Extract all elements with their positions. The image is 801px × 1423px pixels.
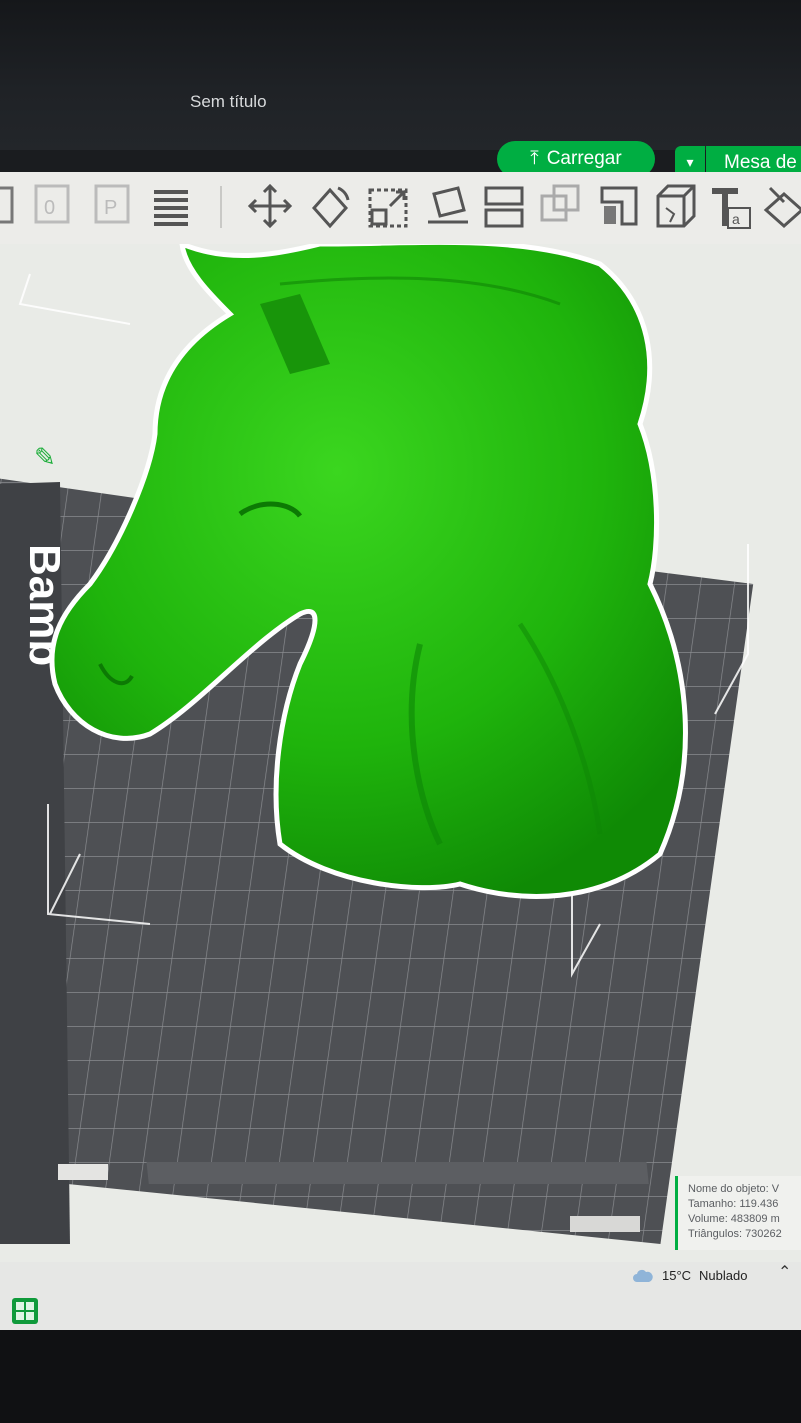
monitor-bezel [0, 1330, 801, 1423]
measure-icon[interactable] [760, 180, 801, 232]
object-size: Tamanho: 119.436 [688, 1198, 779, 1210]
cloud-icon [633, 1269, 653, 1282]
weather-condition: Nublado [699, 1268, 748, 1283]
arrange-icon[interactable] [148, 180, 196, 232]
toolbar-divider [220, 186, 222, 228]
start-button[interactable] [12, 1298, 38, 1324]
place-on-face-icon[interactable] [424, 180, 472, 232]
plate-button-label: Mesa de t [724, 152, 801, 173]
cut-icon[interactable] [652, 180, 700, 232]
object-name: Nome do objeto: V [688, 1183, 780, 1195]
open-icon[interactable] [0, 180, 28, 232]
object-icon[interactable]: 0 [30, 180, 78, 232]
svg-text:a: a [732, 211, 740, 227]
plate-icon[interactable]: P [90, 180, 138, 232]
pencil-icon: ✎ [34, 442, 56, 472]
scale-icon[interactable] [364, 180, 412, 232]
chevron-up-icon[interactable]: ⌃ [778, 1262, 791, 1282]
title-bar: Sem título [0, 0, 801, 150]
screen: Sem título ⤒ Carregar ▾ Mesa de t 0 P a … [0, 0, 801, 1423]
support-paint-icon[interactable] [596, 180, 644, 232]
text-icon[interactable]: a [708, 180, 756, 232]
svg-text:0: 0 [44, 197, 55, 219]
weather-temperature: 15°C [662, 1268, 692, 1283]
object-volume: Volume: 483809 m [688, 1213, 780, 1225]
upload-icon: ⤒ [530, 148, 539, 169]
object-info-panel: Nome do objeto: V Tamanho: 119.436 Volum… [675, 1176, 801, 1250]
svg-text:P: P [104, 197, 117, 219]
move-icon[interactable] [246, 180, 294, 232]
weather-widget[interactable]: 15°C Nublado [632, 1268, 747, 1283]
load-button-label: Carregar [546, 148, 622, 169]
3d-viewport[interactable]: Bamb ✎ [0, 244, 801, 1264]
viewport-canvas: Bamb ✎ [0, 244, 754, 1244]
object-triangles: Triângulos: 730262 [688, 1228, 782, 1240]
main-toolbar: 0 P a [0, 172, 801, 245]
rotate-icon[interactable] [306, 180, 354, 232]
boolean-icon[interactable] [538, 180, 586, 232]
window-title: Sem título [190, 92, 267, 111]
chevron-down-icon: ▾ [686, 153, 694, 170]
split-icon[interactable] [480, 180, 528, 232]
